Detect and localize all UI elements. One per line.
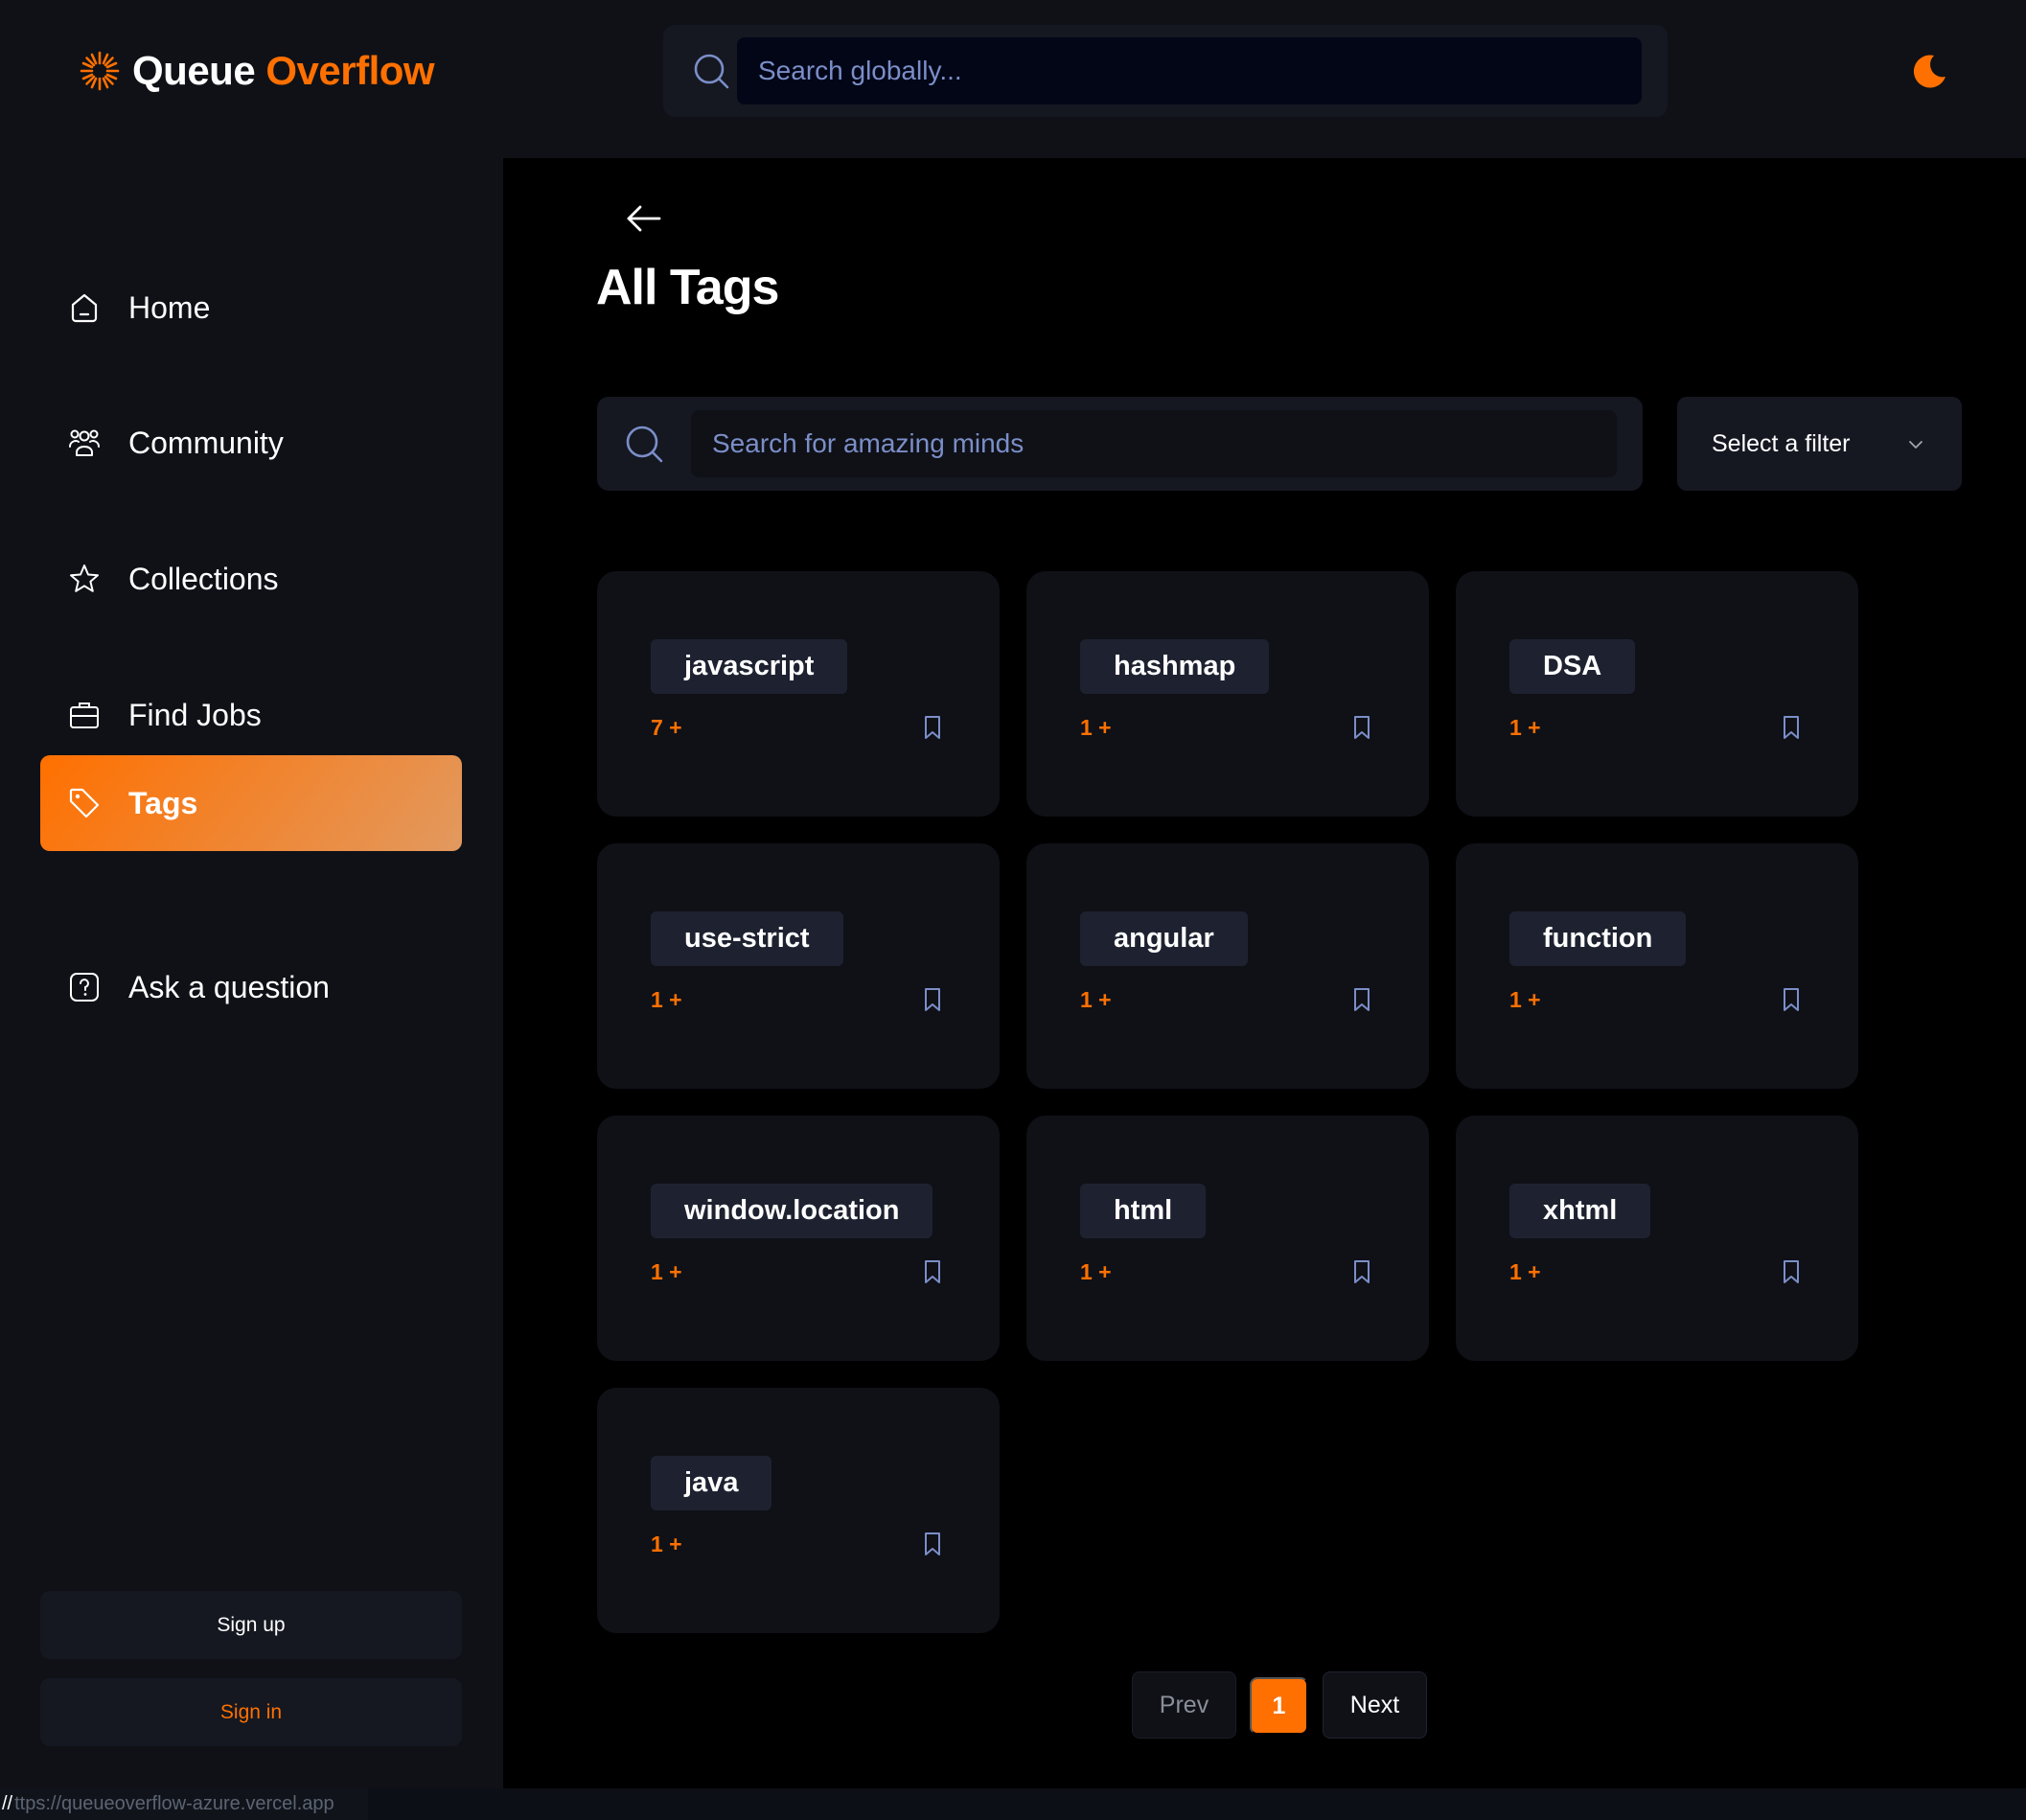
pagination-current-page[interactable]: 1 [1250,1677,1308,1735]
status-url-prefix: // [2,1793,13,1814]
tag-search-input[interactable] [691,410,1617,477]
left-sidebar: Home Community Collections Find Jobs Tag… [0,158,503,1789]
tag-question-count: 1 + [651,1259,682,1284]
tag-name[interactable]: html [1080,1184,1207,1238]
moon-icon[interactable] [1911,52,1949,90]
tag-question-count: 7 + [651,715,682,740]
tag-card-javascript[interactable]: javascript 7 + [597,571,1000,817]
sidebar-item-home[interactable]: Home [40,260,462,356]
global-search-input[interactable] [737,37,1642,104]
tag-name[interactable]: java [651,1456,772,1510]
sunburst-logo-icon [80,51,120,91]
pagination-next-button[interactable]: Next [1323,1671,1427,1739]
tag-card-html[interactable]: html 1 + [1026,1116,1429,1361]
star-icon [70,564,99,592]
bookmark-icon[interactable] [919,1257,946,1286]
chevron-down-icon [1909,441,1922,449]
bookmark-icon[interactable] [1778,713,1805,742]
search-icon [694,54,729,89]
brand-name-part2: Overflow [265,48,435,93]
brand-name-part1: Queue [132,48,266,93]
tag-question-count: 1 + [651,987,682,1012]
tag-search-bar [597,397,1643,491]
sidebar-item-collections[interactable]: Collections [40,531,462,627]
tag-name[interactable]: xhtml [1509,1184,1651,1238]
tag-question-count: 1 + [1509,715,1541,740]
sidebar-item-label: Find Jobs [128,697,262,732]
bookmark-icon[interactable] [1348,713,1375,742]
brand-logo[interactable]: Queue Overflow [79,44,435,98]
pagination-prev-button[interactable]: Prev [1132,1671,1236,1739]
bookmark-icon[interactable] [919,713,946,742]
bookmark-icon[interactable] [919,1530,946,1558]
bookmark-icon[interactable] [1348,985,1375,1014]
back-arrow-icon[interactable] [625,201,663,236]
tag-question-count: 1 + [1080,987,1112,1012]
sidebar-item-label: Home [128,289,211,325]
home-icon [71,293,98,323]
browser-status-url: // ttps://queueoverflow-azure.vercel.app [0,1788,368,1820]
tag-card-java[interactable]: java 1 + [597,1388,1000,1633]
tag-name[interactable]: window.location [651,1184,933,1238]
sidebar-item-ask-question[interactable]: Ask a question [40,939,462,1035]
tag-name[interactable]: angular [1080,911,1248,966]
tag-card-hashmap[interactable]: hashmap 1 + [1026,571,1429,817]
tag-card-xhtml[interactable]: xhtml 1 + [1456,1116,1858,1361]
search-icon [626,426,663,463]
filter-select[interactable]: Select a filter [1677,397,1962,491]
top-navbar: Queue Overflow [0,0,2026,158]
question-icon [70,973,99,1002]
bottom-strip [368,1788,2026,1820]
bookmark-icon[interactable] [1778,985,1805,1014]
global-search-bar [663,25,1668,117]
sidebar-item-label: Community [128,425,284,460]
sidebar-item-label: Ask a question [128,969,330,1004]
brand-name: Queue Overflow [132,48,435,94]
tag-question-count: 1 + [1080,715,1112,740]
status-url-text: ttps://queueoverflow-azure.vercel.app [14,1793,334,1814]
tag-card-angular[interactable]: angular 1 + [1026,843,1429,1089]
tag-card-use-strict[interactable]: use-strict 1 + [597,843,1000,1089]
tag-question-count: 1 + [1509,1259,1541,1284]
tag-card-function[interactable]: function 1 + [1456,843,1858,1089]
tag-name[interactable]: hashmap [1080,639,1270,694]
tag-question-count: 1 + [1080,1259,1112,1284]
bookmark-icon[interactable] [919,985,946,1014]
tag-name[interactable]: javascript [651,639,848,694]
sidebar-item-label: Collections [128,561,279,596]
filter-select-label: Select a filter [1712,429,1851,457]
sidebar-item-label: Tags [128,785,198,820]
tag-question-count: 1 + [651,1532,682,1556]
tag-name[interactable]: use-strict [651,911,843,966]
sidebar-item-tags[interactable]: Tags [40,755,462,851]
briefcase-icon [70,703,99,728]
tag-question-count: 1 + [1509,987,1541,1012]
tag-card-window-location[interactable]: window.location 1 + [597,1116,1000,1361]
tag-name[interactable]: DSA [1509,639,1636,694]
page-title: All Tags [596,260,779,315]
sidebar-item-find-jobs[interactable]: Find Jobs [40,667,462,763]
users-icon [69,429,100,456]
bookmark-icon[interactable] [1778,1257,1805,1286]
tag-icon [69,788,100,818]
signup-button[interactable]: Sign up [40,1591,462,1659]
sidebar-item-community[interactable]: Community [40,395,462,491]
tag-card-dsa[interactable]: DSA 1 + [1456,571,1858,817]
signin-button[interactable]: Sign in [40,1678,462,1746]
bookmark-icon[interactable] [1348,1257,1375,1286]
tag-name[interactable]: function [1509,911,1687,966]
